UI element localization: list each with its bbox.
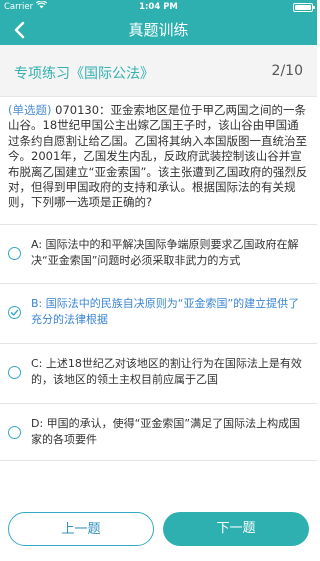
option-c-text: C: 上述18世纪乙对该地区的割让行为在国际法上是有效的，该地区的领土主权目前应…	[31, 357, 302, 386]
question-text: (单选题) 070130：亚金索地区是位于甲乙两国之间的一条山谷。18世纪甲国公…	[8, 103, 310, 211]
option-d-text: D: 甲国的承认，使得“亚金索国”满足了国际法上构成国家的各项要件	[31, 417, 301, 446]
section-bar: 专项练习《国际公法》 2/10	[0, 45, 317, 97]
radio-unchecked-icon	[8, 366, 21, 379]
status-bar: Carrier 1:04 PM	[0, 0, 317, 15]
section-title: 专项练习《国际公法》	[14, 66, 154, 82]
question-counter: 2/10	[271, 63, 303, 79]
next-question-button[interactable]: 下一题	[163, 512, 309, 546]
option-d[interactable]: D: 甲国的承认，使得“亚金索国”满足了国际法上构成国家的各项要件	[0, 404, 317, 461]
option-c[interactable]: C: 上述18世纪乙对该地区的割让行为在国际法上是有效的，该地区的领土主权目前应…	[0, 344, 317, 404]
options-list: A: 国际法中的和平解决国际争端原则要求乙国政府在解决“亚金索国”问题时必须采取…	[0, 224, 317, 461]
option-b[interactable]: B: 国际法中的民族自决原则为“亚金索国”的建立提供了充分的法律根据	[0, 284, 317, 344]
prev-question-button[interactable]: 上一题	[8, 512, 154, 546]
chevron-left-icon	[14, 21, 25, 39]
status-time: 1:04 PM	[139, 2, 178, 12]
page-title: 真题训练	[128, 21, 189, 39]
header: Carrier 1:04 PM 真题训练	[0, 0, 317, 45]
option-b-text: B: 国际法中的民族自决原则为“亚金索国”的建立提供了充分的法律根据	[31, 297, 300, 326]
option-a[interactable]: A: 国际法中的和平解决国际争端原则要求乙国政府在解决“亚金索国”问题时必须采取…	[0, 224, 317, 284]
question-type-label: (单选题)	[8, 103, 52, 117]
battery-icon	[293, 3, 315, 12]
question-body: 070130：亚金索地区是位于甲乙两国之间的一条山谷。18世纪甲国公主出嫁乙国王…	[8, 103, 308, 210]
back-button[interactable]	[4, 16, 34, 44]
radio-unchecked-icon	[8, 426, 21, 439]
nav-bar: 真题训练	[0, 15, 317, 45]
radio-checked-icon	[8, 306, 21, 319]
radio-unchecked-icon	[8, 247, 21, 260]
option-a-text: A: 国际法中的和平解决国际争端原则要求乙国政府在解决“亚金索国”问题时必须采取…	[31, 238, 299, 267]
